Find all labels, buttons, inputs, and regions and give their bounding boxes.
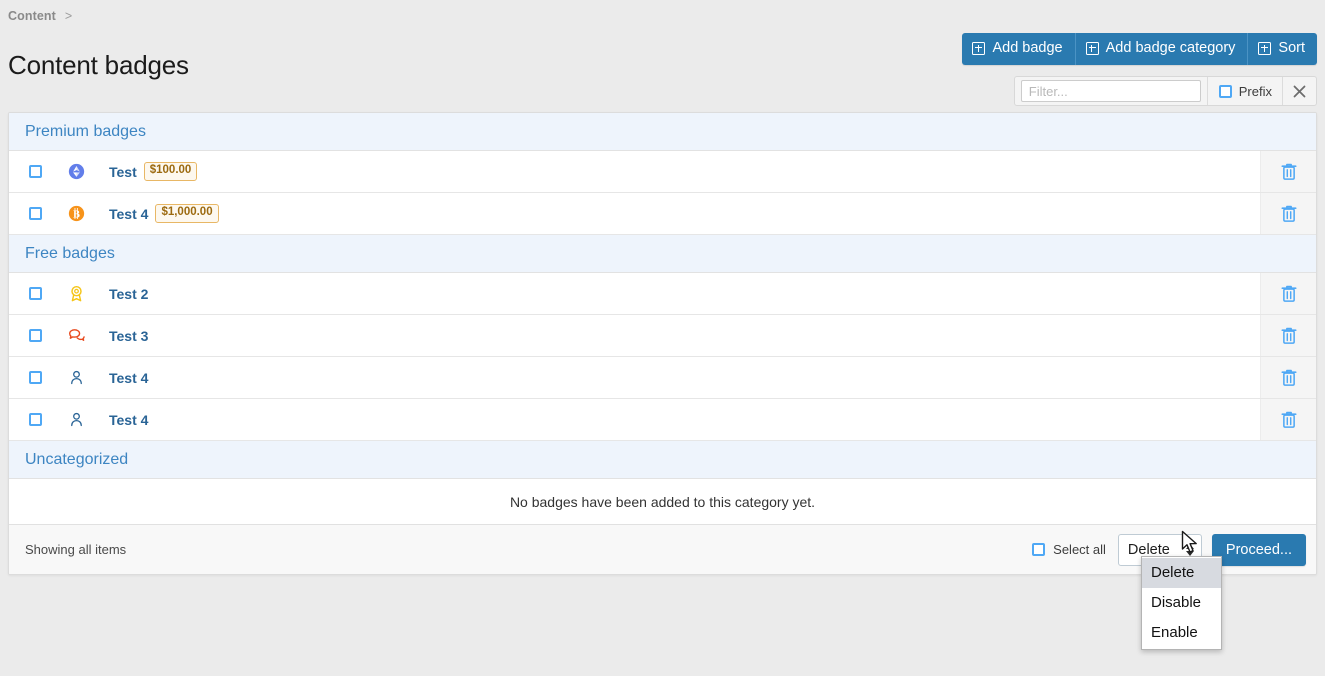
filter-input[interactable] <box>1021 80 1201 102</box>
badge-row: Test 4 <box>9 357 1316 399</box>
select-all-label: Select all <box>1053 542 1106 557</box>
badge-category-header: Free badges <box>9 235 1316 273</box>
badge-name-link[interactable]: Test 4 <box>109 370 148 386</box>
badge-checkbox[interactable] <box>29 287 42 300</box>
dropdown-option-disable[interactable]: Disable <box>1142 588 1221 618</box>
badge-checkbox[interactable] <box>29 329 42 342</box>
comments-icon <box>68 327 85 344</box>
add-badge-label: Add badge <box>992 41 1062 56</box>
select-all-wrapper[interactable]: Select all <box>1032 542 1106 557</box>
bitcoin-icon: B <box>68 205 85 222</box>
plus-square-icon <box>972 42 985 55</box>
add-badge-category-label: Add badge category <box>1106 41 1236 56</box>
badge-name-link[interactable]: Test 4 <box>109 412 148 428</box>
breadcrumb-item-content[interactable]: Content <box>8 9 56 23</box>
badge-category-list: Premium badges Test $100.00 B Test 4 $1,000.0… <box>9 113 1316 525</box>
badge-price-badge: $1,000.00 <box>155 204 218 223</box>
card-footer: Showing all items Select all DeleteDisab… <box>9 525 1316 574</box>
badge-category-name: Free badges <box>25 245 115 262</box>
badge-name-link[interactable]: Test 3 <box>109 328 148 344</box>
badge-name-cell: Test $100.00 <box>91 151 1260 192</box>
select-all-checkbox[interactable] <box>1032 543 1045 556</box>
delete-badge-button[interactable] <box>1260 193 1316 234</box>
breadcrumb: Content > <box>8 9 72 23</box>
badge-icon-cell <box>61 399 91 440</box>
filter-bar: Prefix <box>1014 76 1317 106</box>
badge-select-cell[interactable] <box>9 151 61 192</box>
empty-category-message: No badges have been added to this catego… <box>9 479 1316 525</box>
trash-icon <box>1280 162 1298 181</box>
svg-text:B: B <box>73 209 80 220</box>
badge-row: Test 3 <box>9 315 1316 357</box>
badge-select-cell[interactable] <box>9 315 61 356</box>
badge-checkbox[interactable] <box>29 371 42 384</box>
trash-icon <box>1280 284 1298 303</box>
badge-select-cell[interactable] <box>9 273 61 314</box>
dropdown-option-enable[interactable]: Enable <box>1142 618 1221 648</box>
add-badge-button[interactable]: Add badge <box>962 33 1075 65</box>
prefix-checkbox[interactable] <box>1219 85 1232 98</box>
badges-card: Premium badges Test $100.00 B Test 4 $1,000.0… <box>8 112 1317 575</box>
trash-icon <box>1280 410 1298 429</box>
plus-square-icon <box>1086 42 1099 55</box>
badge-name-cell: Test 4 $1,000.00 <box>91 193 1260 234</box>
ethereum-icon <box>68 163 85 180</box>
prefix-label: Prefix <box>1239 84 1272 99</box>
award-icon <box>68 285 85 302</box>
user-icon <box>68 369 85 386</box>
plus-square-icon <box>1258 42 1271 55</box>
badge-price-badge: $100.00 <box>144 162 198 181</box>
sort-label: Sort <box>1278 41 1305 56</box>
badge-name-link[interactable]: Test 4 <box>109 206 148 222</box>
delete-badge-button[interactable] <box>1260 357 1316 398</box>
badge-category-name: Uncategorized <box>25 451 128 468</box>
trash-icon <box>1280 326 1298 345</box>
user-icon <box>68 411 85 428</box>
badge-row: B Test 4 $1,000.00 <box>9 193 1316 235</box>
badge-select-cell[interactable] <box>9 357 61 398</box>
badge-icon-cell <box>61 151 91 192</box>
badge-category-header: Uncategorized <box>9 441 1316 479</box>
page-root: Content > Content badges Add badge Add ba… <box>0 0 1325 676</box>
badge-name-cell: Test 4 <box>91 399 1260 440</box>
badge-checkbox[interactable] <box>29 207 42 220</box>
badge-name-link[interactable]: Test <box>109 164 137 180</box>
badge-category-name: Premium badges <box>25 123 146 140</box>
badge-checkbox[interactable] <box>29 413 42 426</box>
sort-button[interactable]: Sort <box>1248 33 1317 65</box>
breadcrumb-separator-icon: > <box>65 9 72 23</box>
add-badge-category-button[interactable]: Add badge category <box>1076 33 1249 65</box>
badge-select-cell[interactable] <box>9 193 61 234</box>
prefix-checkbox-wrapper[interactable]: Prefix <box>1207 77 1282 105</box>
badge-name-link[interactable]: Test 2 <box>109 286 148 302</box>
badge-icon-cell: B <box>61 193 91 234</box>
badge-select-cell[interactable] <box>9 399 61 440</box>
trash-icon <box>1280 368 1298 387</box>
delete-badge-button[interactable] <box>1260 399 1316 440</box>
badge-name-cell: Test 4 <box>91 357 1260 398</box>
delete-badge-button[interactable] <box>1260 151 1316 192</box>
clear-filter-button[interactable] <box>1282 77 1316 105</box>
badge-category-header: Premium badges <box>9 113 1316 151</box>
badge-checkbox[interactable] <box>29 165 42 178</box>
badge-icon-cell <box>61 357 91 398</box>
bulk-action-dropdown-menu[interactable]: DeleteDisableEnable <box>1141 556 1222 650</box>
delete-badge-button[interactable] <box>1260 315 1316 356</box>
proceed-button[interactable]: Proceed... <box>1212 534 1306 566</box>
close-icon <box>1293 85 1306 98</box>
badge-row: Test 4 <box>9 399 1316 441</box>
badge-icon-cell <box>61 273 91 314</box>
badge-row: Test 2 <box>9 273 1316 315</box>
badge-icon-cell <box>61 315 91 356</box>
delete-badge-button[interactable] <box>1260 273 1316 314</box>
page-title: Content badges <box>8 50 189 81</box>
badge-row: Test $100.00 <box>9 151 1316 193</box>
dropdown-option-delete[interactable]: Delete <box>1142 558 1221 588</box>
badge-name-cell: Test 3 <box>91 315 1260 356</box>
showing-items-text: Showing all items <box>25 542 126 557</box>
trash-icon <box>1280 204 1298 223</box>
page-toolbar: Add badge Add badge category Sort <box>962 33 1317 65</box>
badge-name-cell: Test 2 <box>91 273 1260 314</box>
